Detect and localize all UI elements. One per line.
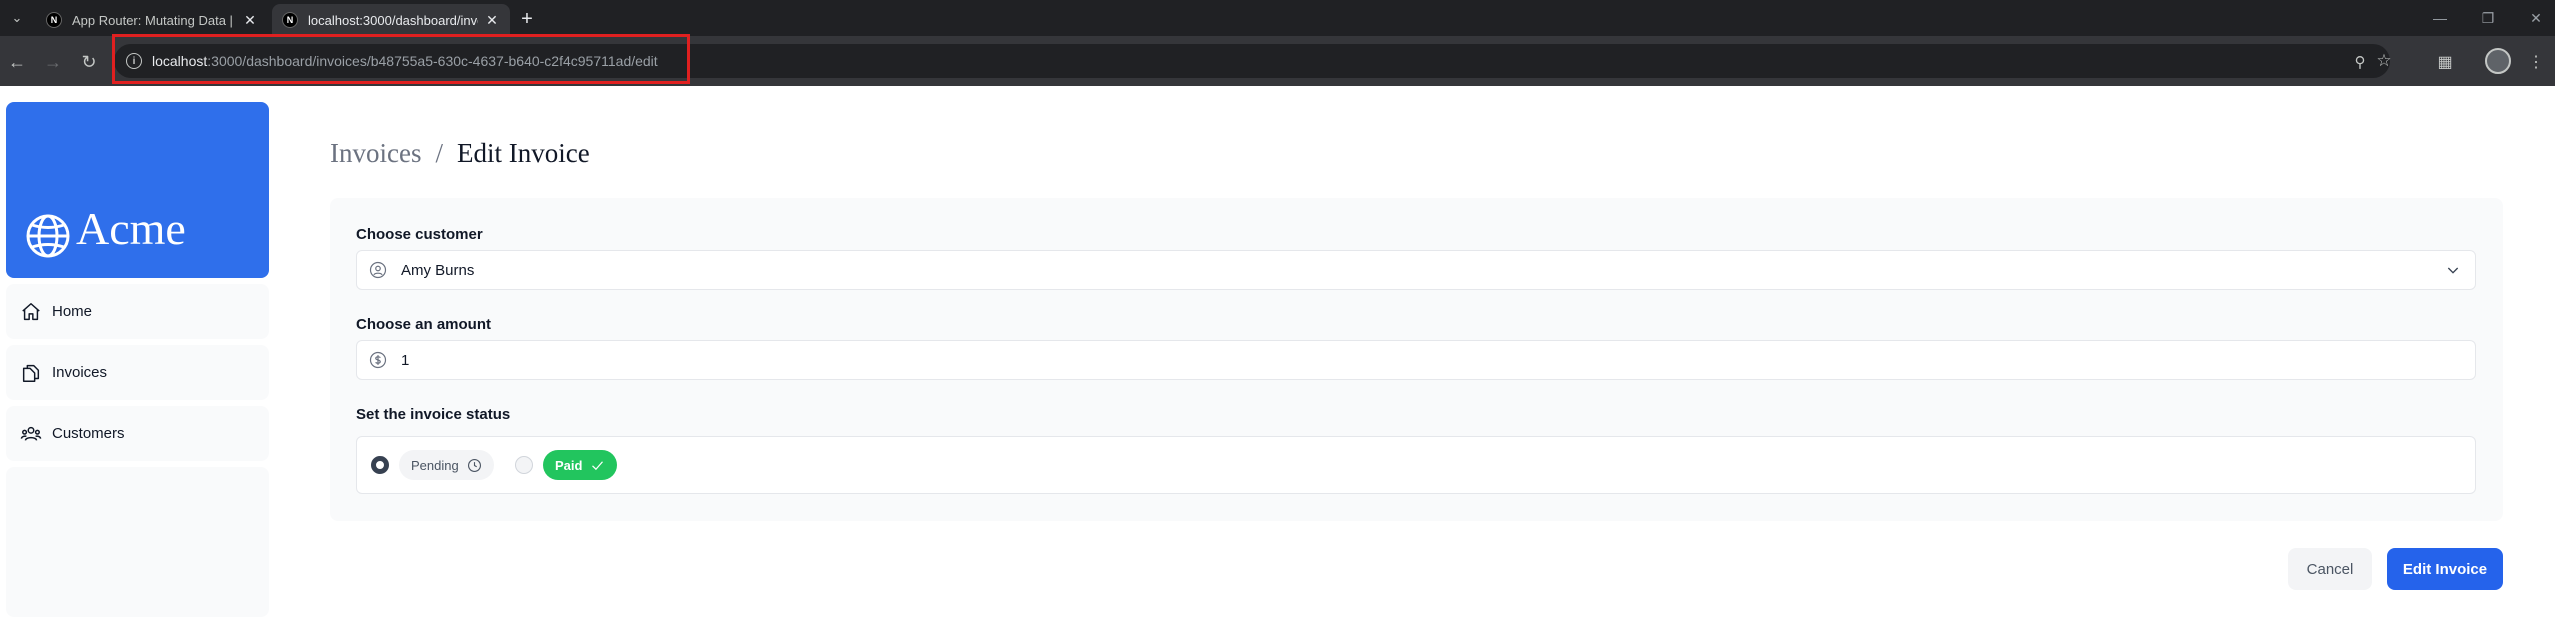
nextjs-favicon-icon: N — [46, 12, 62, 28]
clock-icon — [467, 458, 481, 472]
status-radio-group: Pending Paid — [356, 436, 2476, 494]
url-path: :3000/dashboard/invoices/b48755a5-630c-4… — [207, 53, 658, 69]
new-tab-plus-icon[interactable]: + — [516, 8, 538, 30]
bookmark-star-icon[interactable]: ☆ — [2374, 51, 2394, 71]
edit-invoice-button[interactable]: Edit Invoice — [2387, 548, 2503, 590]
amount-label: Choose an amount — [356, 316, 492, 333]
currency-dollar-icon — [369, 351, 387, 369]
back-arrow-icon[interactable]: ← — [4, 49, 30, 75]
chevron-down-icon — [2447, 267, 2459, 274]
pending-radio[interactable] — [371, 456, 389, 474]
extensions-puzzle-icon[interactable]: ▦ — [2434, 51, 2456, 73]
paid-status-pill[interactable]: Paid — [543, 450, 618, 480]
amount-value: 1 — [401, 352, 410, 369]
cancel-button[interactable]: Cancel — [2288, 548, 2372, 590]
globe-icon — [26, 214, 70, 258]
paid-label: Paid — [555, 457, 583, 473]
restore-icon[interactable]: ❐ — [2476, 6, 2500, 30]
amount-input[interactable]: 1 — [356, 340, 2476, 380]
address-bar[interactable]: i localhost:3000/dashboard/invoices/b487… — [114, 44, 2392, 78]
breadcrumb: Invoices / Edit Invoice — [330, 138, 590, 169]
breadcrumb-separator: / — [435, 138, 443, 168]
window-close-icon[interactable]: ✕ — [2524, 6, 2548, 30]
browser-tab-inactive[interactable]: N App Router: Mutating Data | Ne ✕ — [36, 4, 268, 36]
user-group-icon — [20, 426, 42, 441]
profile-avatar[interactable] — [2485, 48, 2511, 74]
document-duplicate-icon — [22, 364, 40, 382]
sidebar-filler — [6, 467, 269, 617]
check-icon — [592, 460, 604, 470]
sidebar-item-label: Invoices — [52, 364, 108, 381]
tab-title: App Router: Mutating Data | Ne — [72, 12, 236, 28]
customer-value: Amy Burns — [401, 262, 475, 279]
customer-select[interactable]: Amy Burns — [356, 250, 2476, 290]
sidebar: Acme Home Invoices Customers — [6, 102, 269, 617]
user-circle-icon — [369, 261, 387, 279]
nextjs-favicon-icon: N — [282, 12, 298, 28]
browser-toolbar: ← → ↻ i localhost:3000/dashboard/invoice… — [0, 36, 2555, 86]
pending-status-pill[interactable]: Pending — [399, 450, 494, 480]
browser-tab-bar: ⌄ N App Router: Mutating Data | Ne ✕ N l… — [0, 0, 2555, 36]
url-host: localhost — [152, 53, 208, 69]
breadcrumb-current: Edit Invoice — [456, 138, 590, 168]
brand-name: Acme — [76, 203, 186, 254]
url-text[interactable]: localhost:3000/dashboard/invoices/b48755… — [152, 53, 658, 69]
sidebar-item-home[interactable]: Home — [6, 284, 269, 339]
sidebar-item-invoices[interactable]: Invoices — [6, 345, 269, 400]
breadcrumb-invoices-link[interactable]: Invoices — [330, 138, 421, 168]
reload-icon[interactable]: ↻ — [76, 49, 102, 75]
browser-tab-active[interactable]: N localhost:3000/dashboard/invoic ✕ — [272, 4, 510, 36]
sidebar-item-label: Home — [52, 303, 93, 320]
browser-menu-icon[interactable]: ⋮ — [2525, 51, 2547, 73]
site-info-icon[interactable]: i — [126, 53, 142, 69]
tab-close-icon[interactable]: ✕ — [242, 12, 258, 28]
customer-label: Choose customer — [356, 226, 483, 243]
forward-arrow-icon[interactable]: → — [40, 49, 66, 75]
zoom-icon[interactable]: ⚲ — [2350, 52, 2370, 72]
sidebar-item-label: Customers — [52, 425, 125, 442]
sidebar-item-customers[interactable]: Customers — [6, 406, 269, 461]
home-icon — [22, 302, 40, 320]
tab-title: localhost:3000/dashboard/invoic — [308, 12, 478, 28]
paid-radio[interactable] — [515, 456, 533, 474]
acme-logo[interactable]: Acme — [6, 102, 269, 278]
tab-close-icon[interactable]: ✕ — [484, 12, 500, 28]
pending-label: Pending — [411, 457, 459, 473]
status-label: Set the invoice status — [356, 406, 511, 423]
minimize-icon[interactable]: — — [2428, 6, 2452, 30]
tab-search-chevron-icon[interactable]: ⌄ — [6, 7, 28, 29]
dashboard-page: Acme Home Invoices Customers Invoices / … — [0, 86, 2555, 617]
edit-invoice-form: Choose customer Amy Burns Choose an amou… — [330, 198, 2503, 521]
